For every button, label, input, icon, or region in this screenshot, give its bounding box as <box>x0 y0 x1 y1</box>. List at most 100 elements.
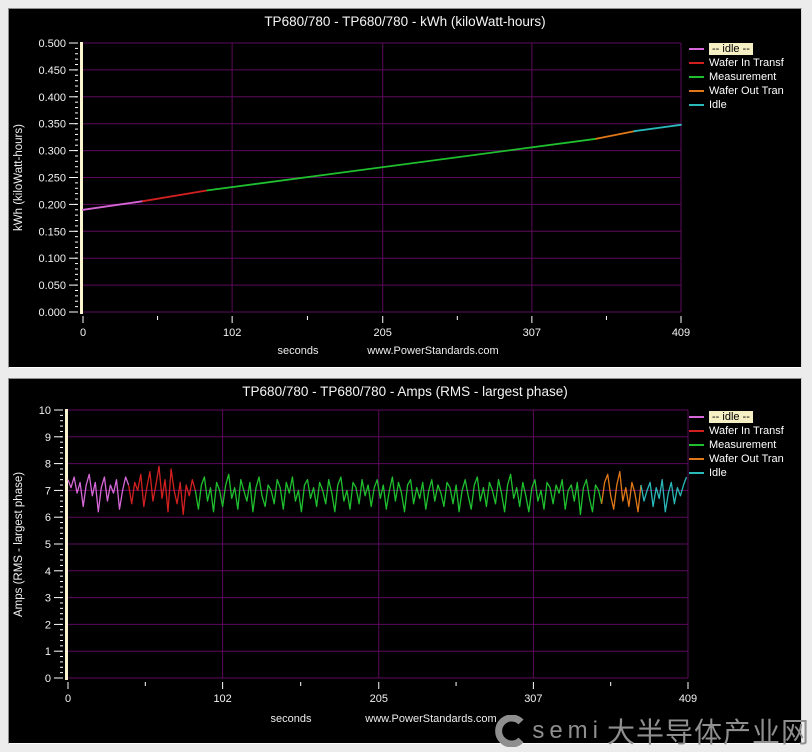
watermark-latin-text: semi <box>532 717 603 745</box>
y-tick-label: 0.450 <box>38 65 66 77</box>
x-minor-tick <box>307 316 308 320</box>
x-major-tick <box>222 682 223 689</box>
y-major-tick <box>54 463 62 464</box>
y-minor-tick <box>60 640 63 641</box>
x-major-tick <box>533 682 534 689</box>
y-minor-tick <box>60 506 63 507</box>
y-minor-tick <box>60 554 63 555</box>
legend-item-measurement[interactable]: Measurement <box>689 438 784 451</box>
y-tick-label: 10 <box>39 405 51 417</box>
kwh-website-caption: www.PowerStandards.com <box>367 345 498 357</box>
y-major-tick <box>69 258 77 259</box>
y-minor-tick <box>60 511 63 512</box>
y-minor-tick <box>60 619 63 620</box>
y-major-tick <box>69 204 77 205</box>
x-tick-label: 0 <box>65 693 71 705</box>
legend-label-wafer-out: Wafer Out Tran <box>709 85 784 97</box>
y-minor-tick <box>60 538 63 539</box>
y-minor-tick <box>60 656 63 657</box>
y-tick-label: 6 <box>45 512 51 524</box>
y-major-tick <box>69 312 77 313</box>
y-minor-tick <box>60 592 63 593</box>
x-major-tick <box>531 316 532 323</box>
y-minor-tick <box>75 145 78 146</box>
kwh-chart-panel: 0.0000.0500.1000.1500.2000.2500.3000.350… <box>8 8 802 368</box>
series-measurement <box>195 474 601 514</box>
y-tick-label: 0.100 <box>38 253 66 265</box>
y-major-tick <box>54 597 62 598</box>
y-minor-tick <box>75 161 78 162</box>
x-minor-tick <box>606 316 607 320</box>
legend-label-wafer-out: Wafer Out Tran <box>709 453 784 465</box>
y-minor-tick <box>75 252 78 253</box>
legend-item-idle-end[interactable]: Idle <box>689 98 784 111</box>
y-major-tick <box>69 150 77 151</box>
y-minor-tick <box>75 166 78 167</box>
y-tick-label: 4 <box>45 566 51 578</box>
x-tick-label: 307 <box>523 327 541 339</box>
y-minor-tick <box>75 199 78 200</box>
y-major-tick <box>54 517 62 518</box>
power-standards-report-page: 0.0000.0500.1000.1500.2000.2500.3000.350… <box>0 0 812 752</box>
y-tick-label: 2 <box>45 619 51 631</box>
x-major-tick <box>68 682 69 689</box>
y-major-tick <box>69 285 77 286</box>
y-minor-tick <box>60 527 63 528</box>
y-minor-tick <box>75 279 78 280</box>
y-minor-tick <box>75 80 78 81</box>
y-minor-tick <box>60 549 63 550</box>
y-tick-label: 0 <box>45 673 51 685</box>
x-minor-tick <box>457 316 458 320</box>
legend-item-wafer-out[interactable]: Wafer Out Tran <box>689 84 784 97</box>
y-minor-tick <box>60 608 63 609</box>
amps-legend: -- idle -- Wafer In Transf Measurement W… <box>689 410 784 480</box>
y-minor-tick <box>60 581 63 582</box>
y-minor-tick <box>75 118 78 119</box>
semi-logo-icon <box>494 715 526 747</box>
y-minor-tick <box>75 134 78 135</box>
x-tick-label: 205 <box>374 327 392 339</box>
y-axis-bar <box>80 42 83 314</box>
y-minor-tick <box>75 129 78 130</box>
y-tick-label: 0.050 <box>38 280 66 292</box>
amps-y-axis-title: Amps (RMS - largest phase) <box>13 410 25 678</box>
y-minor-tick <box>60 426 63 427</box>
y-tick-label: 0.150 <box>38 226 66 238</box>
legend-swatch-measurement <box>689 444 704 446</box>
y-minor-tick <box>60 479 63 480</box>
y-minor-tick <box>60 447 63 448</box>
y-major-tick <box>54 436 62 437</box>
legend-item-wafer-in[interactable]: Wafer In Transf <box>689 56 784 69</box>
y-minor-tick <box>60 458 63 459</box>
legend-label-idle-active: -- idle -- <box>709 43 753 55</box>
y-minor-tick <box>60 431 63 432</box>
y-tick-label: 0.300 <box>38 146 66 158</box>
legend-item-measurement[interactable]: Measurement <box>689 70 784 83</box>
series-idle <box>634 125 681 131</box>
legend-item-idle-active[interactable]: -- idle -- <box>689 42 784 55</box>
y-minor-tick <box>75 215 78 216</box>
series-idle <box>641 477 687 512</box>
legend-item-idle-end[interactable]: Idle <box>689 466 784 479</box>
legend-swatch-wafer-in <box>689 62 704 64</box>
legend-item-wafer-in[interactable]: Wafer In Transf <box>689 424 784 437</box>
x-tick-label: 102 <box>223 327 241 339</box>
y-minor-tick <box>60 485 63 486</box>
legend-item-idle-active[interactable]: -- idle -- <box>689 410 784 423</box>
y-minor-tick <box>75 209 78 210</box>
y-major-tick <box>54 624 62 625</box>
y-minor-tick <box>60 645 63 646</box>
y-minor-tick <box>75 274 78 275</box>
y-minor-tick <box>60 672 63 673</box>
y-minor-tick <box>75 91 78 92</box>
y-minor-tick <box>75 75 78 76</box>
amps-plot: 0123456789100102205307409 <box>9 379 801 743</box>
y-tick-label: 0.350 <box>38 119 66 131</box>
y-minor-tick <box>75 172 78 173</box>
y-minor-tick <box>60 667 63 668</box>
series-wafer-out-tran <box>596 131 634 139</box>
legend-item-wafer-out[interactable]: Wafer Out Tran <box>689 452 784 465</box>
legend-label-idle-end: Idle <box>709 467 727 479</box>
y-tick-label: 1 <box>45 646 51 658</box>
y-major-tick <box>54 544 62 545</box>
